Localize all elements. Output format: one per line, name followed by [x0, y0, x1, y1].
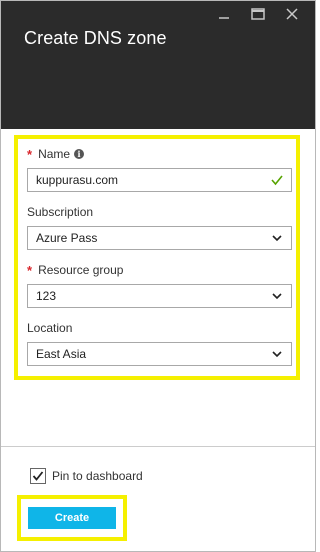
maximize-icon — [251, 8, 265, 20]
window-controls — [209, 5, 307, 23]
pin-to-dashboard-checkbox[interactable] — [30, 468, 46, 484]
checkmark-icon — [271, 175, 283, 186]
minimize-icon — [219, 17, 229, 19]
blade-header: Create DNS zone — [1, 1, 315, 129]
info-icon[interactable]: i — [74, 149, 85, 159]
subscription-value: Azure Pass — [36, 231, 98, 245]
chevron-down-icon — [272, 235, 282, 242]
location-label-row: Location — [27, 320, 292, 336]
required-marker: * — [27, 262, 33, 278]
name-input[interactable]: kuppurasu.com — [27, 168, 292, 192]
name-label-row: * Name i — [27, 146, 292, 162]
resource-group-label-row: * Resource group — [27, 262, 292, 278]
pin-to-dashboard-row: Pin to dashboard — [30, 468, 143, 484]
close-button[interactable] — [277, 5, 307, 23]
name-field: * Name i kuppurasu.com — [27, 146, 292, 192]
resource-group-label: Resource group — [38, 263, 124, 277]
subscription-label: Subscription — [27, 205, 94, 219]
name-input-value: kuppurasu.com — [36, 173, 119, 187]
resource-group-select[interactable]: 123 — [27, 284, 292, 308]
footer-divider — [1, 446, 315, 447]
required-marker: * — [27, 146, 33, 162]
maximize-button[interactable] — [243, 5, 273, 23]
subscription-select[interactable]: Azure Pass — [27, 226, 292, 250]
location-label: Location — [27, 321, 73, 335]
resource-group-field: * Resource group 123 — [27, 262, 292, 308]
checkmark-icon — [32, 471, 44, 481]
location-value: East Asia — [36, 347, 87, 361]
chevron-down-icon — [272, 351, 282, 358]
subscription-label-row: Subscription — [27, 204, 292, 220]
subscription-field: Subscription Azure Pass — [27, 204, 292, 250]
chevron-down-icon — [272, 293, 282, 300]
location-select[interactable]: East Asia — [27, 342, 292, 366]
name-label: Name — [38, 147, 71, 161]
resource-group-value: 123 — [36, 289, 57, 303]
minimize-button[interactable] — [209, 5, 239, 23]
close-icon — [286, 8, 298, 20]
location-field: Location East Asia — [27, 320, 292, 366]
blade-title: Create DNS zone — [24, 28, 167, 48]
create-button[interactable]: Create — [28, 507, 116, 529]
pin-to-dashboard-label: Pin to dashboard — [52, 469, 143, 483]
